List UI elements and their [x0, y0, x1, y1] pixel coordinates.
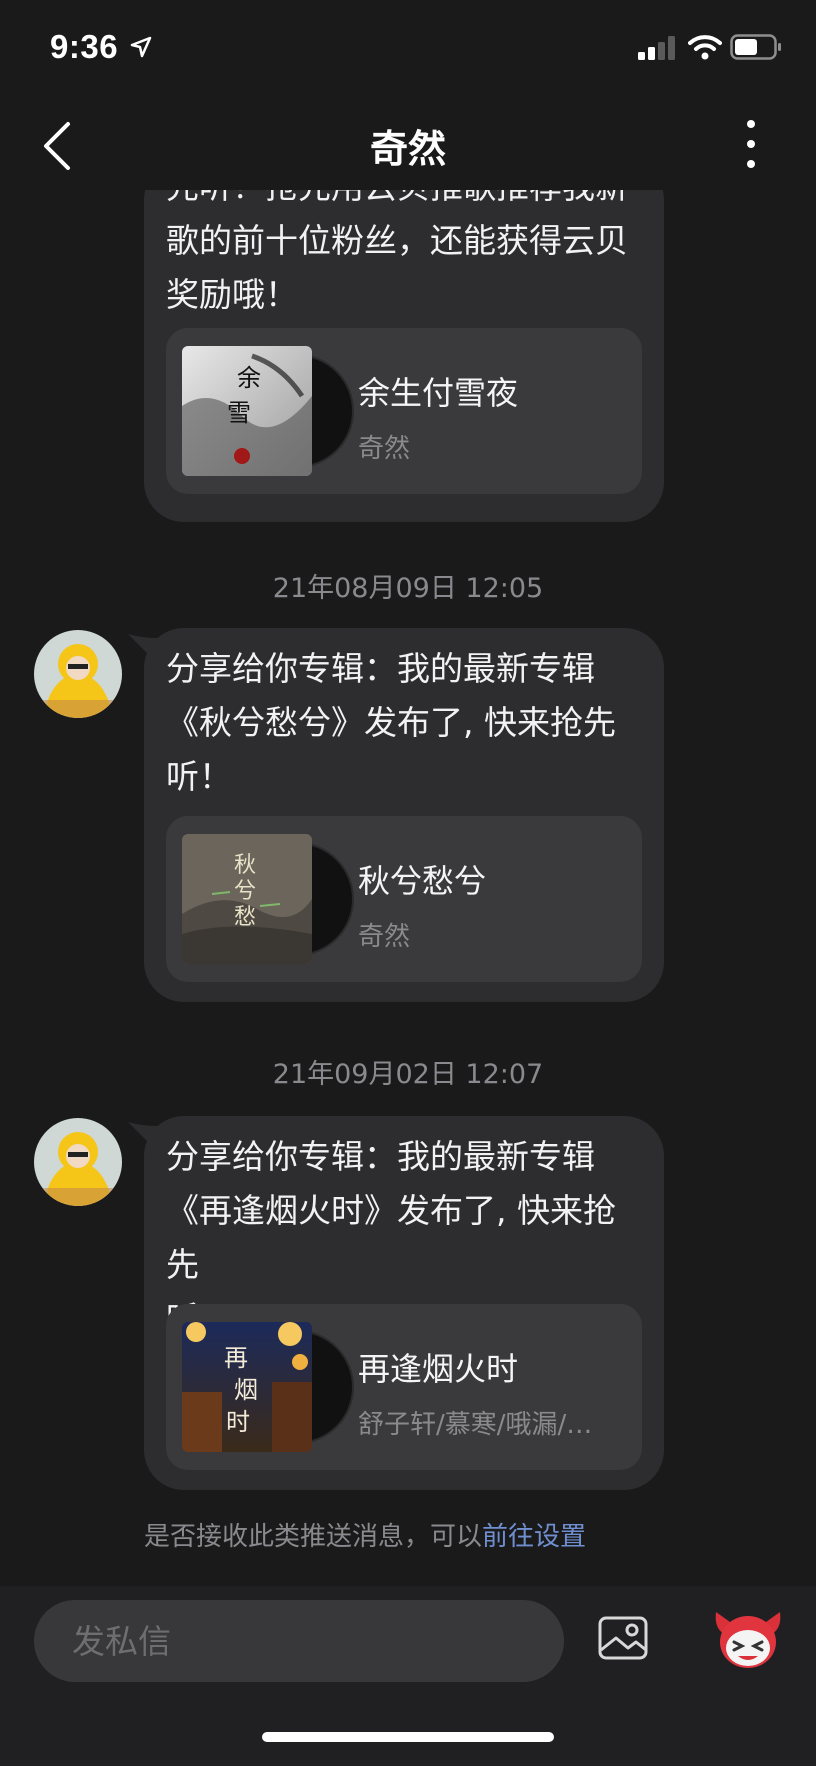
emoji-mascot-icon[interactable]: [710, 1608, 786, 1670]
message-text: 分享给你专辑：我的最新专辑 《秋兮愁兮》发布了, 快来抢先 听！: [166, 649, 616, 796]
message-input[interactable]: [34, 1600, 564, 1682]
avatar[interactable]: [34, 1118, 122, 1206]
push-notice: 是否接收此类推送消息，可以前往设置: [144, 1516, 586, 1553]
album-cover: 再 烟 时: [182, 1322, 354, 1452]
svg-text:愁: 愁: [234, 905, 256, 930]
page-title: 奇然: [369, 127, 446, 171]
card-title: 再逢烟火时: [358, 1350, 519, 1388]
avatar[interactable]: [34, 630, 122, 718]
message-bubble: 先听！抢先用云贝推歌推荐我新 歌的前十位粉丝，还能获得云贝 奖励哦！: [144, 190, 664, 522]
cellular-signal-icon: [638, 36, 675, 60]
card-title: 余生付雪夜: [358, 374, 519, 412]
card-artist: 奇然: [358, 434, 411, 464]
svg-text:兮: 兮: [234, 879, 256, 904]
more-vertical-icon[interactable]: [736, 116, 766, 172]
cover-art: 秋 兮 愁: [182, 834, 312, 964]
battery-icon: [730, 34, 781, 60]
card-title: 秋兮愁兮: [358, 862, 487, 900]
timestamp: 21年08月09日 12:05: [272, 573, 544, 604]
status-bar: 9:36: [0, 0, 816, 100]
settings-link[interactable]: 前往设置: [482, 1522, 586, 1552]
album-cover: 余 雪: [182, 346, 354, 476]
cover-art: 再 烟 时: [182, 1322, 312, 1452]
timestamp: 21年09月02日 12:07: [272, 1059, 544, 1090]
card-artist: 奇然: [358, 922, 411, 952]
svg-text:余: 余: [237, 364, 261, 392]
svg-text:雪: 雪: [227, 399, 251, 427]
album-cover: 秋 兮 愁: [182, 834, 354, 964]
status-time: 9:36: [50, 28, 119, 65]
message-bubble: 分享给你专辑：我的最新专辑 《再逢烟火时》发布了, 快来抢先 听！: [144, 1116, 664, 1490]
svg-text:秋: 秋: [234, 853, 256, 878]
svg-text:烟: 烟: [234, 1376, 258, 1404]
message-bubble: 分享给你专辑：我的最新专辑 《秋兮愁兮》发布了, 快来抢先 听！ 秋 兮 愁 秋…: [144, 628, 664, 1002]
nav-bar: 奇然: [0, 100, 816, 190]
album-card[interactable]: 再 烟 时 再逢烟火时 舒子轩/慕寒/哦漏/…: [166, 1304, 642, 1470]
location-arrow-icon: [130, 36, 152, 58]
notice-text: 是否接收此类推送消息，可以: [144, 1522, 483, 1552]
image-icon[interactable]: [598, 1616, 648, 1660]
svg-text:再: 再: [224, 1344, 248, 1372]
wifi-icon: [688, 35, 722, 60]
album-card[interactable]: 余 雪 余生付雪夜 奇然: [166, 328, 642, 494]
message-text: 先听！抢先用云贝推歌推荐我新 歌的前十位粉丝，还能获得云贝 奖励哦！: [166, 190, 628, 314]
cover-art: 余 雪: [182, 346, 312, 476]
chat-area[interactable]: 先听！抢先用云贝推歌推荐我新 歌的前十位粉丝，还能获得云贝 奖励哦！: [0, 190, 816, 1586]
home-indicator: [262, 1732, 554, 1742]
card-artist: 舒子轩/慕寒/哦漏/…: [358, 1410, 593, 1440]
svg-text:时: 时: [226, 1408, 250, 1436]
album-card[interactable]: 秋 兮 愁 秋兮愁兮 奇然: [166, 816, 642, 982]
